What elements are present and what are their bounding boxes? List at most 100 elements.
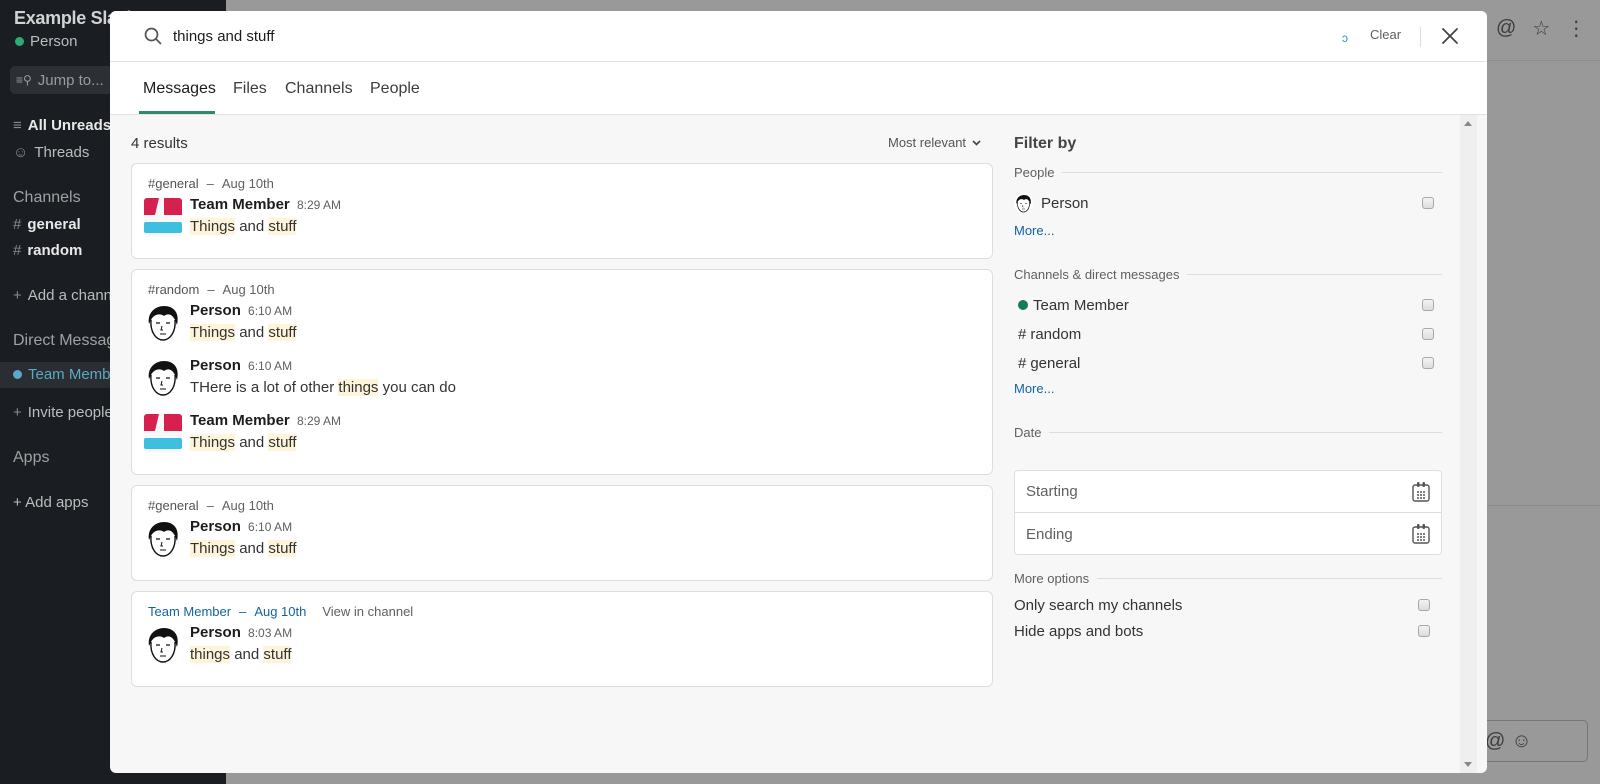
tab-channels[interactable]: Channels	[285, 80, 353, 98]
invite-people-button[interactable]: + Invite people	[13, 404, 113, 421]
filter-channel-general[interactable]: # general	[1014, 351, 1442, 375]
tab-people[interactable]: People	[370, 80, 420, 98]
date-start-field[interactable]: Starting	[1015, 471, 1441, 513]
channels-section-header[interactable]: Channels	[13, 189, 81, 207]
option-checkbox[interactable]	[1418, 625, 1430, 637]
avatar[interactable]	[144, 359, 182, 397]
channels-more-link[interactable]: More...	[1014, 381, 1054, 396]
result-card-header: #general – Aug 10th	[148, 498, 274, 513]
scroll-down-icon[interactable]	[1464, 762, 1472, 767]
filter-person-checkbox[interactable]	[1422, 197, 1434, 209]
current-user[interactable]: Person	[15, 33, 78, 50]
result-date[interactable]: Aug 10th	[222, 176, 274, 191]
section-label: Channels & direct messages	[1014, 267, 1180, 282]
avatar[interactable]	[144, 414, 182, 452]
channel-link[interactable]: #general	[148, 498, 199, 513]
result-card[interactable]: #general – Aug 10th Team Member 8:29 AM T…	[131, 163, 993, 259]
sidebar-item-random[interactable]: # random	[13, 242, 82, 259]
message-composer[interactable]: G @ ☺	[1457, 720, 1588, 762]
message-timestamp[interactable]: 8:29 AM	[297, 414, 341, 428]
dm-link[interactable]: Team Member	[148, 604, 231, 619]
author-name[interactable]: Team Member	[190, 196, 290, 213]
avatar[interactable]	[144, 304, 182, 342]
add-channel-button[interactable]: + Add a channel	[13, 287, 124, 304]
message-author[interactable]: Person 6:10 AM	[190, 518, 292, 535]
filter-channel-team-member[interactable]: Team Member	[1014, 293, 1442, 317]
sidebar-item-threads[interactable]: ☺ Threads	[13, 144, 89, 161]
option-hide-apps-bots[interactable]: Hide apps and bots	[1014, 619, 1442, 643]
people-more-link[interactable]: More...	[1014, 223, 1054, 238]
filter-channel-checkbox[interactable]	[1422, 357, 1434, 369]
results-count: 4 results	[131, 135, 188, 152]
at-icon[interactable]: @	[1485, 730, 1505, 753]
message-item[interactable]: Person 6:10 AM THere is a lot of other th…	[144, 357, 964, 409]
result-card[interactable]: Team Member – Aug 10th View in channel P…	[131, 591, 993, 687]
option-checkbox[interactable]	[1418, 599, 1430, 611]
message-author[interactable]: Person 8:03 AM	[190, 624, 292, 641]
sidebar-item-general[interactable]: # general	[13, 216, 81, 233]
add-apps-button[interactable]: + Add apps	[13, 494, 88, 511]
message-text-part: and	[230, 646, 264, 663]
message-author[interactable]: Person 6:10 AM	[190, 357, 292, 374]
scroll-up-icon[interactable]	[1464, 121, 1472, 126]
filter-person-row[interactable]: Person	[1014, 191, 1442, 215]
more-vertical-icon[interactable]: ⋮	[1566, 16, 1586, 41]
sort-dropdown[interactable]: Most relevant	[888, 135, 981, 150]
sidebar-item-all-unreads[interactable]: ≡ All Unreads	[13, 117, 111, 134]
author-name[interactable]: Person	[190, 302, 241, 319]
channel-link[interactable]: #general	[148, 176, 199, 191]
message-timestamp[interactable]: 6:10 AM	[248, 359, 292, 373]
message-timestamp[interactable]: 8:03 AM	[248, 626, 292, 640]
search-input[interactable]	[173, 21, 1273, 51]
message-item[interactable]: Team Member 8:29 AM Things and stuff	[144, 412, 964, 464]
clear-button[interactable]: Clear	[1370, 27, 1401, 42]
message-item[interactable]: Person 8:03 AM things and stuff	[144, 624, 964, 676]
calendar-icon[interactable]	[1411, 481, 1431, 503]
message-author[interactable]: Team Member 8:29 AM	[190, 412, 341, 429]
message-item[interactable]: Person 6:10 AM Things and stuff	[144, 518, 964, 570]
calendar-icon[interactable]	[1411, 523, 1431, 545]
emoji-icon[interactable]: ☺	[1511, 730, 1531, 753]
message-author[interactable]: Person 6:10 AM	[190, 302, 292, 319]
apps-section-header[interactable]: Apps	[13, 449, 49, 467]
option-only-my-channels[interactable]: Only search my channels	[1014, 593, 1442, 617]
close-icon[interactable]	[1438, 24, 1462, 48]
channel-link[interactable]: #random	[148, 282, 199, 297]
tab-files[interactable]: Files	[233, 80, 267, 98]
scrollbar[interactable]	[1460, 115, 1477, 773]
filter-channel-name: random	[1030, 325, 1082, 343]
search-tabs: Messages Files Channels People	[110, 62, 1487, 115]
filter-channel-random[interactable]: # random	[1014, 322, 1442, 346]
filter-channel-checkbox[interactable]	[1422, 299, 1434, 311]
avatar[interactable]	[144, 198, 182, 236]
author-name[interactable]: Team Member	[190, 412, 290, 429]
result-date[interactable]: Aug 10th	[222, 498, 274, 513]
filter-channel-checkbox[interactable]	[1422, 328, 1434, 340]
message-timestamp[interactable]: 6:10 AM	[248, 304, 292, 318]
author-name[interactable]: Person	[190, 624, 241, 641]
date-start-label: Starting	[1026, 483, 1078, 500]
result-date[interactable]: Aug 10th	[223, 282, 275, 297]
star-icon[interactable]: ☆	[1532, 16, 1550, 41]
avatar[interactable]	[144, 520, 182, 558]
message-text-part: and	[235, 540, 269, 557]
date-end-field[interactable]: Ending	[1015, 513, 1441, 555]
message-author[interactable]: Team Member 8:29 AM	[190, 196, 341, 213]
author-name[interactable]: Person	[190, 518, 241, 535]
view-in-channel-link[interactable]: View in channel	[322, 604, 413, 619]
message-item[interactable]: Person 6:10 AM Things and stuff	[144, 302, 964, 354]
loading-spinner-icon: ɔ	[1342, 31, 1348, 45]
result-date[interactable]: Aug 10th	[254, 604, 306, 619]
tab-messages[interactable]: Messages	[143, 80, 216, 98]
result-card[interactable]: #random – Aug 10th Person 6:10 AM Things …	[131, 269, 993, 475]
message-timestamp[interactable]: 8:29 AM	[297, 198, 341, 212]
search-highlight: stuff	[268, 218, 297, 235]
result-card[interactable]: #general – Aug 10th Person 6:10 AM Things…	[131, 485, 993, 581]
avatar[interactable]	[144, 626, 182, 664]
at-icon[interactable]: @	[1496, 17, 1516, 40]
message-item[interactable]: Team Member 8:29 AM Things and stuff	[144, 196, 964, 248]
author-name[interactable]: Person	[190, 357, 241, 374]
channel-header-icons: @ ☆ ⋮	[1496, 16, 1586, 41]
message-timestamp[interactable]: 6:10 AM	[248, 520, 292, 534]
separator: –	[206, 176, 214, 191]
